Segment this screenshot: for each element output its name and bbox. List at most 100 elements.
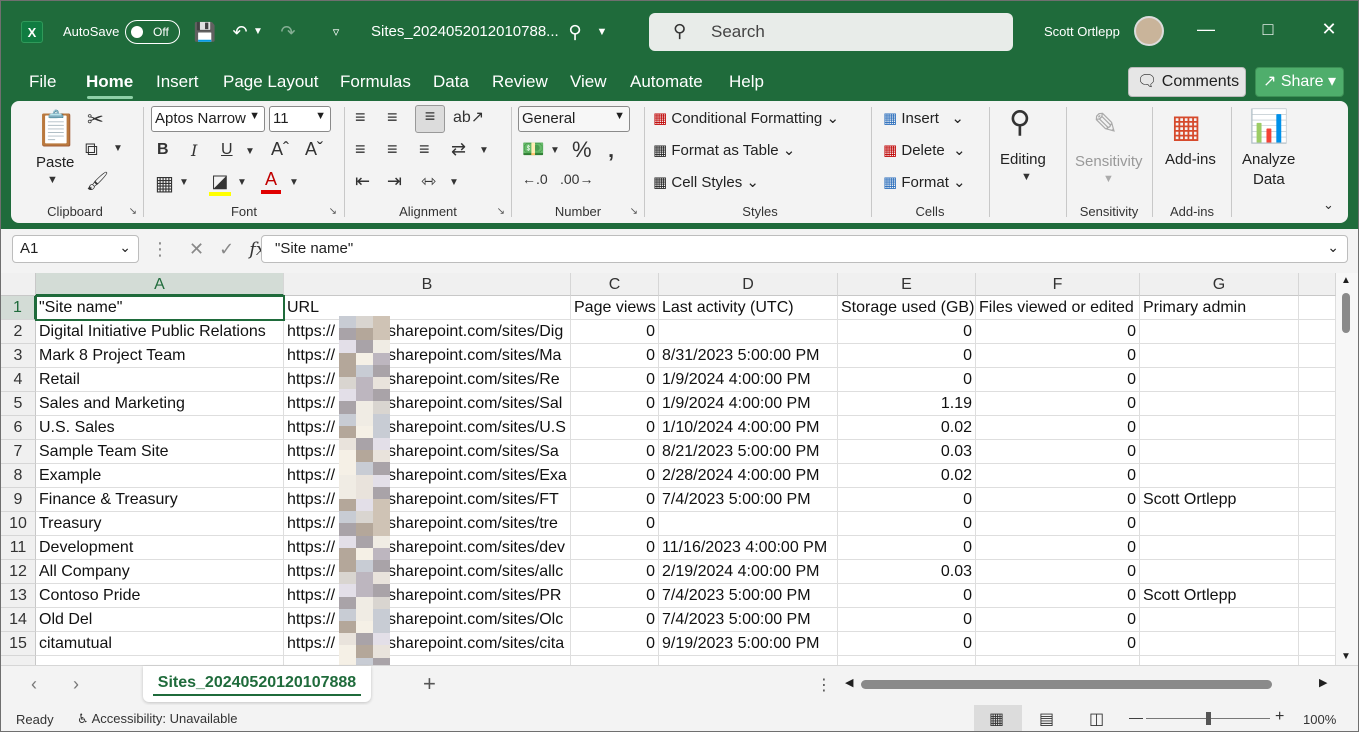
cell-c5[interactable]: 0 — [571, 392, 659, 416]
underline-dropdown-icon[interactable]: ▼ — [245, 146, 255, 157]
more-icon[interactable]: ⋮ — [151, 239, 169, 259]
redo-icon[interactable]: ↷ — [275, 19, 301, 45]
share-button[interactable]: ↗ Share ▾ — [1255, 67, 1344, 97]
cell-cnext[interactable] — [571, 656, 659, 665]
close-icon[interactable]: ✕ — [1314, 19, 1344, 40]
cell-e13[interactable]: 0 — [838, 584, 976, 608]
customize-toolbar-icon[interactable]: ▿ — [323, 19, 349, 45]
more-options-icon[interactable]: ⋮ — [816, 675, 832, 695]
cell-e2[interactable]: 0 — [838, 320, 976, 344]
row-header[interactable]: 14 — [1, 608, 36, 632]
tab-home[interactable]: Home — [86, 72, 133, 92]
cell-c7[interactable]: 0 — [571, 440, 659, 464]
cell-a15[interactable]: citamutual — [36, 632, 284, 656]
cell-e4[interactable]: 0 — [838, 368, 976, 392]
cell-c15[interactable]: 0 — [571, 632, 659, 656]
title-dropdown-icon[interactable]: ▼ — [589, 19, 615, 45]
cell-extra[interactable] — [1299, 632, 1336, 656]
cell-d10[interactable] — [659, 512, 838, 536]
cell-b6[interactable]: https:// sharepoint.com/sites/U.S — [284, 416, 571, 440]
cell-c12[interactable]: 0 — [571, 560, 659, 584]
borders-icon[interactable]: ▦ — [155, 171, 174, 196]
cell-e3[interactable]: 0 — [838, 344, 976, 368]
cell-g12[interactable] — [1140, 560, 1299, 584]
cell-extra[interactable] — [1299, 656, 1336, 665]
editing-dropdown-icon[interactable]: ▼ — [1021, 171, 1032, 183]
horizontal-scrollbar[interactable]: ◀ ▶ — [841, 676, 1338, 692]
cell-gnext[interactable] — [1140, 656, 1299, 665]
cell-b7[interactable]: https:// sharepoint.com/sites/Sa — [284, 440, 571, 464]
copy-dropdown-icon[interactable]: ▼ — [113, 143, 123, 154]
font-launcher-icon[interactable]: ↘ — [329, 206, 337, 217]
column-header-a[interactable]: A — [36, 273, 284, 296]
row-header[interactable]: 10 — [1, 512, 36, 536]
cell-extra[interactable] — [1299, 560, 1336, 584]
ribbon-collapse-icon[interactable]: ⌄ — [1323, 197, 1334, 213]
cell-fnext[interactable] — [976, 656, 1140, 665]
cell-extra[interactable] — [1299, 368, 1336, 392]
vertical-scrollbar[interactable]: ▲ ▼ — [1336, 273, 1358, 665]
cell-g15[interactable] — [1140, 632, 1299, 656]
cell-extra[interactable] — [1299, 608, 1336, 632]
cell-e5[interactable]: 1.19 — [838, 392, 976, 416]
cell-a6[interactable]: U.S. Sales — [36, 416, 284, 440]
underline-icon[interactable]: U — [221, 141, 233, 159]
cell-b13[interactable]: https:// sharepoint.com/sites/PR — [284, 584, 571, 608]
cell-g3[interactable] — [1140, 344, 1299, 368]
spreadsheet-grid[interactable]: A B C D E F G 1 "Site name" URL Page views Last act… — [1, 273, 1358, 665]
cancel-icon[interactable]: ✕ — [189, 239, 204, 259]
cell-g2[interactable] — [1140, 320, 1299, 344]
zoom-slider-knob[interactable] — [1206, 712, 1211, 725]
cell-extra[interactable] — [1299, 296, 1336, 320]
next-sheet-icon[interactable]: › — [73, 674, 79, 695]
row-header[interactable]: 11 — [1, 536, 36, 560]
clipboard-launcher-icon[interactable]: ↘ — [129, 206, 137, 217]
number-launcher-icon[interactable]: ↘ — [630, 206, 638, 217]
cell-e1[interactable]: Storage used (GB) — [838, 296, 976, 320]
cell-f15[interactable]: 0 — [976, 632, 1140, 656]
row-header[interactable]: 6 — [1, 416, 36, 440]
cell-a3[interactable]: Mark 8 Project Team — [36, 344, 284, 368]
cell-a9[interactable]: Finance & Treasury — [36, 488, 284, 512]
cell-c10[interactable]: 0 — [571, 512, 659, 536]
search-box[interactable]: ⚲ Search — [649, 13, 1013, 51]
zoom-in-icon[interactable]: + — [1275, 708, 1284, 726]
cell-c4[interactable]: 0 — [571, 368, 659, 392]
cell-d15[interactable]: 9/19/2023 5:00:00 PM — [659, 632, 838, 656]
cell-d2[interactable] — [659, 320, 838, 344]
comments-button[interactable]: 🗨 Comments — [1128, 67, 1246, 97]
page-layout-view-icon[interactable]: ▤ — [1039, 709, 1054, 729]
font-size-combo[interactable]: 11 ▼ — [269, 106, 331, 132]
row-header[interactable]: 8 — [1, 464, 36, 488]
prev-sheet-icon[interactable]: ‹ — [31, 674, 37, 695]
cell-a11[interactable]: Development — [36, 536, 284, 560]
cell-e15[interactable]: 0 — [838, 632, 976, 656]
column-header-e[interactable]: E — [838, 273, 976, 296]
font-color-dropdown-icon[interactable]: ▼ — [289, 177, 299, 188]
cell-g5[interactable] — [1140, 392, 1299, 416]
cell-g10[interactable] — [1140, 512, 1299, 536]
column-header-b[interactable]: B — [284, 273, 571, 296]
autosave-toggle[interactable]: Off — [125, 20, 180, 44]
cell-d5[interactable]: 1/9/2024 4:00:00 PM — [659, 392, 838, 416]
comma-style-icon[interactable]: ‚ — [608, 137, 614, 163]
column-header-g[interactable]: G — [1140, 273, 1299, 296]
cell-f13[interactable]: 0 — [976, 584, 1140, 608]
row-header[interactable]: 1 — [1, 296, 36, 320]
cell-b9[interactable]: https:// sharepoint.com/sites/FT — [284, 488, 571, 512]
page-break-view-icon[interactable]: ◫ — [1089, 709, 1104, 729]
scroll-up-icon[interactable]: ▲ — [1341, 275, 1351, 286]
cell-b10[interactable]: https:// sharepoint.com/sites/tre — [284, 512, 571, 536]
borders-dropdown-icon[interactable]: ▼ — [179, 177, 189, 188]
row-header[interactable] — [1, 656, 36, 665]
cell-extra[interactable] — [1299, 488, 1336, 512]
paste-dropdown-icon[interactable]: ▼ — [47, 174, 58, 186]
sheet-tab[interactable]: Sites_20240520120107888 — [143, 666, 371, 702]
row-header[interactable]: 12 — [1, 560, 36, 584]
cell-dnext[interactable] — [659, 656, 838, 665]
percent-icon[interactable]: % — [572, 137, 592, 163]
cell-b8[interactable]: https:// sharepoint.com/sites/Exa — [284, 464, 571, 488]
cell-e11[interactable]: 0 — [838, 536, 976, 560]
cell-g7[interactable] — [1140, 440, 1299, 464]
cell-d4[interactable]: 1/9/2024 4:00:00 PM — [659, 368, 838, 392]
